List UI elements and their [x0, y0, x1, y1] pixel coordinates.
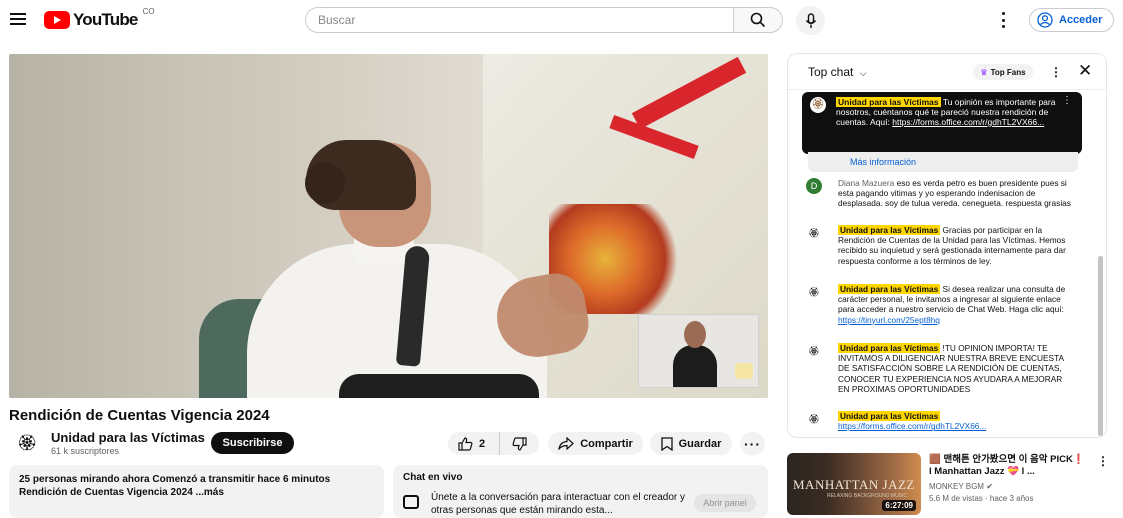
search-icon: [750, 12, 766, 28]
like-button[interactable]: 2: [448, 432, 500, 455]
chat-message: 🏵 Unidad para las Víctimas !TU OPINION I…: [806, 343, 1076, 394]
logo-country-code: CO: [142, 7, 155, 16]
chevron-down-icon: ⌵: [859, 68, 867, 78]
search-placeholder: Buscar: [318, 13, 356, 27]
message-link[interactable]: https://tinyurl.com/25ept8hq: [838, 315, 940, 325]
logo-text: YouTube: [73, 10, 138, 29]
top-fans-label: Top Fans: [990, 67, 1026, 77]
user-avatar: D: [806, 178, 822, 194]
message-author: Diana Mazuera: [838, 178, 895, 188]
chat-scrollbar[interactable]: [1098, 256, 1103, 436]
signin-button[interactable]: Acceder: [1029, 8, 1114, 32]
message-author: Unidad para las Víctimas: [838, 225, 941, 235]
dislike-button[interactable]: [500, 432, 538, 455]
pinned-author: Unidad para las Víctimas: [836, 97, 941, 107]
video-title: Rendición de Cuentas Vigencia 2024: [9, 407, 270, 424]
channel-avatar[interactable]: 🏵: [14, 432, 40, 454]
top-fans-button[interactable]: ♛ Top Fans: [973, 64, 1033, 80]
thumbs-up-icon: [458, 436, 473, 451]
live-chat-title: Chat en vivo: [403, 472, 463, 483]
save-label: Guardar: [678, 437, 722, 450]
menu-icon[interactable]: [10, 10, 28, 28]
message-author: Unidad para las Víctimas: [838, 284, 941, 294]
pinned-kebab-icon[interactable]: ⋮: [1062, 96, 1072, 106]
channel-avatar: 🏵: [810, 97, 826, 113]
subscriber-count: 61 k suscriptores: [51, 446, 120, 456]
like-count: 2: [479, 437, 486, 450]
chat-kebab-icon[interactable]: ⋮: [1050, 65, 1062, 79]
recommended-kebab-icon[interactable]: ⋮: [1097, 454, 1109, 468]
message-author: Unidad para las Víctimas: [838, 411, 941, 421]
live-chat-box: Chat en vivo Únete a la conversación par…: [393, 465, 768, 518]
video-thumbnail[interactable]: MANHATTAN JAZZ RELAXING BACKGROUND MUSIC…: [787, 453, 921, 515]
share-button[interactable]: Compartir: [548, 432, 643, 455]
channel-avatar: 🏵: [808, 227, 820, 238]
pinned-link[interactable]: https://forms.office.com/r/gdhTL2VX66...: [892, 117, 1044, 127]
chat-header: Top chat ⌵ ♛ Top Fans ⋮ ✕: [788, 54, 1106, 90]
chat-mode-dropdown[interactable]: Top chat ⌵: [808, 65, 867, 79]
search-button[interactable]: [733, 7, 783, 33]
search-input[interactable]: Buscar: [305, 7, 733, 33]
chat-mode-label: Top chat: [808, 65, 854, 79]
signin-label: Acceder: [1059, 14, 1103, 26]
description-box[interactable]: 25 personas mirando ahora Comenzó a tran…: [9, 465, 384, 518]
recommended-video-title[interactable]: 🟫 맨해튼 안가봤으면 이 음악 PICK❗ l Manhattan Jazz …: [929, 454, 1089, 478]
settings-kebab-icon[interactable]: [1000, 12, 1006, 28]
message-author: Unidad para las Víctimas: [838, 343, 941, 353]
more-info-link[interactable]: Más información: [808, 152, 1078, 172]
thumbnail-title: MANHATTAN JAZZ: [793, 477, 915, 492]
channel-name[interactable]: Unidad para las Víctimas: [51, 430, 205, 445]
youtube-logo[interactable]: YouTube CO: [44, 7, 155, 30]
crown-icon: ♛: [980, 67, 988, 77]
chat-message: 🏵 Unidad para las Víctimas https://forms…: [806, 411, 1076, 431]
live-chat-panel: Top chat ⌵ ♛ Top Fans ⋮ ✕ 🏵 Unidad para …: [787, 53, 1107, 438]
channel-logo-watermark: [735, 363, 753, 379]
chat-message: D Diana Mazuera eso es verda petro es bu…: [806, 178, 1076, 209]
pinned-message: 🏵 Unidad para las Víctimas Tu opinión es…: [802, 92, 1082, 154]
save-button[interactable]: Guardar: [650, 432, 732, 455]
description-text: Rendición de Cuentas Vigencia 2024 ...má…: [19, 487, 224, 498]
more-actions-button[interactable]: ···: [740, 432, 765, 455]
microphone-icon: [805, 12, 816, 28]
channel-avatar: 🏵: [808, 286, 820, 297]
channel-avatar: 🏵: [808, 345, 820, 356]
live-chat-prompt: Únete a la conversación para interactuar…: [431, 492, 686, 516]
speaker-pants: [339, 374, 539, 398]
account-icon: [1037, 12, 1053, 28]
message-link[interactable]: https://forms.office.com/r/gdhTL2VX66...: [838, 421, 986, 431]
share-icon: [558, 437, 575, 450]
recommended-video-meta: 5.6 M de vistas · hace 3 años: [929, 494, 1034, 503]
top-bar: YouTube CO Buscar Acceder: [0, 0, 1123, 40]
speaker-hair-bun: [305, 162, 345, 204]
interpreter-body: [673, 345, 717, 387]
video-player[interactable]: [9, 54, 768, 398]
voice-search-button[interactable]: [796, 6, 825, 35]
chat-message: 🏵 Unidad para las Víctimas Gracias por p…: [806, 225, 1076, 266]
subscribe-button[interactable]: Suscribirse: [211, 432, 294, 454]
description-stats: 25 personas mirando ahora Comenzó a tran…: [19, 474, 331, 485]
interpreter-head: [684, 321, 706, 348]
channel-avatar: 🏵: [808, 413, 820, 424]
video-duration: 6:27:09: [882, 500, 916, 511]
share-label: Compartir: [580, 437, 633, 450]
close-icon[interactable]: ✕: [1078, 61, 1092, 81]
like-dislike-group: 2: [448, 432, 539, 455]
bookmark-icon: [660, 436, 673, 451]
recommended-video[interactable]: MANHATTAN JAZZ RELAXING BACKGROUND MUSIC…: [787, 452, 1109, 518]
recommended-channel[interactable]: MONKEY BGM ✔: [929, 482, 993, 491]
thumbs-down-icon: [512, 436, 527, 451]
chat-bubble-icon: [403, 495, 419, 509]
open-panel-button[interactable]: Abrir panel: [694, 494, 756, 512]
sign-language-interpreter-inset: [638, 314, 759, 388]
chat-message: 🏵 Unidad para las Víctimas Si desea real…: [806, 284, 1076, 325]
youtube-play-icon: [44, 11, 70, 29]
thumbnail-subtitle: RELAXING BACKGROUND MUSIC: [827, 493, 908, 499]
